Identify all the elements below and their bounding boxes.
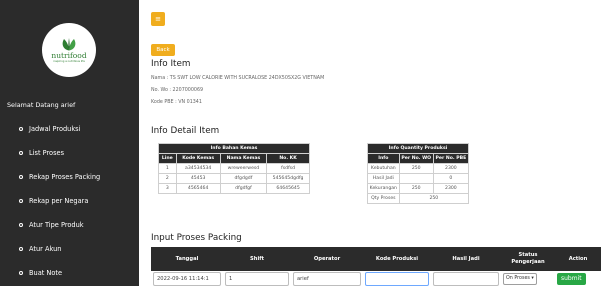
kode-produksi-input[interactable] — [365, 271, 429, 286]
table-cell: Hasil Jadi — [367, 173, 400, 184]
column-header: Per No. WO — [398, 153, 434, 164]
nutrifood-logo: nutrifood inspiring a nutritious life — [42, 23, 96, 77]
app-root: nutrifood inspiring a nutritious life Se… — [0, 0, 605, 286]
table-cell: 2300 — [432, 163, 470, 174]
column-header: Shift — [223, 247, 291, 271]
column-header: Status Pengerjaan — [501, 247, 555, 271]
table-row: 3 4565464 dfgdfgf 64645645 — [158, 183, 310, 194]
main-content: ≡ Back Info Item Nama : TS SWT LOW CALOR… — [139, 0, 605, 286]
table-row: 1 a34534534 wreweerwesd fsdfsd — [158, 163, 310, 174]
table-cell: dfgdgdf — [219, 173, 268, 184]
welcome-text: Selamat Datang arief — [7, 101, 76, 109]
column-header: Kode Produksi — [363, 247, 431, 271]
column-header: No. KK — [266, 153, 310, 164]
bullet-icon — [19, 175, 23, 179]
shift-field[interactable]: 1 — [225, 271, 289, 286]
table-cell: 2300 — [432, 183, 470, 194]
info-kode-pbe: Kode PBE : VN 01341 — [151, 100, 202, 105]
sidebar-item-atur-tipe-produk[interactable]: Atur Tipe Produk — [0, 213, 139, 237]
input-packing-title: Input Proses Packing — [151, 233, 242, 243]
table-row: Qty Proses 250 — [367, 193, 470, 204]
column-header: Action — [555, 247, 601, 271]
column-header: Info — [367, 153, 400, 164]
status-select[interactable]: On Proses ▾ — [503, 272, 537, 285]
bullet-icon — [19, 247, 23, 251]
sidebar-item-label: Atur Akun — [29, 245, 62, 253]
table-cell: 250 — [398, 183, 434, 194]
column-header: Hasil Jadi — [431, 247, 501, 271]
table-cell: a34534534 — [175, 163, 221, 174]
sidebar-item-label: Jadwal Produksi — [29, 125, 81, 133]
bullet-icon — [19, 199, 23, 203]
tanggal-field[interactable]: 2022-09-16 11:14:1 — [153, 271, 221, 286]
operator-field[interactable]: arief — [293, 271, 361, 286]
leaf-logo-icon — [62, 37, 76, 51]
logo-tagline: inspiring a nutritious life — [53, 60, 85, 64]
table-cell: 250 — [398, 163, 434, 174]
menu-toggle-button[interactable]: ≡ — [151, 12, 165, 26]
table-cell: wreweerwesd — [219, 163, 268, 174]
column-header: Operator — [291, 247, 363, 271]
bullet-icon — [19, 127, 23, 131]
sidebar-item-atur-akun[interactable]: Atur Akun — [0, 237, 139, 261]
bullet-icon — [19, 271, 23, 275]
bullet-icon — [19, 223, 23, 227]
bahan-kemas-table: Info Bahan Kemas Line Kode Kemas Nama Ke… — [158, 143, 310, 194]
logo-brand: nutrifood — [51, 50, 87, 60]
table-cell: 1 — [158, 163, 177, 174]
table-cell: 2 — [158, 173, 177, 184]
table-cell: 545645dgdfg — [266, 173, 310, 184]
table-cell: Kebutuhan — [367, 163, 400, 174]
table-cell: Kekurangan — [367, 183, 400, 194]
qty-produksi-table: Info Quantity Produksi Info Per No. WO P… — [367, 143, 470, 204]
table-cell — [398, 173, 434, 184]
table-cell: 4565464 — [175, 183, 221, 194]
table-cell: 64645645 — [266, 183, 310, 194]
column-header: Kode Kemas — [175, 153, 221, 164]
sidebar-nav: Jadwal Produksi List Proses Rekap Proses… — [0, 117, 139, 285]
sidebar-item-list-proses[interactable]: List Proses — [0, 141, 139, 165]
sidebar-item-label: Rekap per Negara — [29, 197, 89, 205]
table-row: 2022-09-16 11:14:1 1 arief On Proses ▾ s… — [151, 271, 601, 286]
column-header: Per No. PBE — [432, 153, 470, 164]
sidebar-item-label: Buat Note — [29, 269, 63, 277]
table-cell: 0 — [432, 173, 470, 184]
table-row: Kebutuhan 250 2300 — [367, 163, 470, 174]
table-row: Hasil Jadi 0 — [367, 173, 470, 184]
info-detail-title: Info Detail Item — [151, 126, 220, 136]
sidebar-item-jadwal-produksi[interactable]: Jadwal Produksi — [0, 117, 139, 141]
back-button[interactable]: Back — [151, 44, 175, 56]
sidebar-item-label: List Proses — [29, 149, 65, 157]
sidebar-item-label: Atur Tipe Produk — [29, 221, 84, 229]
column-header: Line — [158, 153, 177, 164]
table-row: Kekurangan 250 2300 — [367, 183, 470, 194]
table-cell: 45453 — [175, 173, 221, 184]
table-cell: 3 — [158, 183, 177, 194]
column-header: Tanggal — [151, 247, 223, 271]
bahan-kemas-title: Info Bahan Kemas — [158, 143, 310, 154]
table-row: 2 45453 dfgdgdf 545645dgdfg — [158, 173, 310, 184]
info-item-title: Info Item — [151, 59, 191, 69]
hasil-jadi-input[interactable] — [433, 271, 499, 286]
hamburger-icon: ≡ — [155, 14, 161, 23]
submit-button[interactable]: submit — [557, 272, 586, 285]
table-cell: 250 — [398, 193, 470, 204]
sidebar-item-rekap-per-negara[interactable]: Rekap per Negara — [0, 189, 139, 213]
bullet-icon — [19, 151, 23, 155]
sidebar-item-rekap-proses-packing[interactable]: Rekap Proses Packing — [0, 165, 139, 189]
qty-produksi-title: Info Quantity Produksi — [367, 143, 469, 154]
sidebar-item-label: Rekap Proses Packing — [29, 173, 101, 181]
info-nama: Nama : TS SWT LOW CALORIE WITH SUCRALOSE… — [151, 76, 325, 81]
table-cell: dfgdfgf — [219, 183, 268, 194]
table-cell: Qty Proses — [367, 193, 400, 204]
packing-input-table: Tanggal Shift Operator Kode Produksi Has… — [151, 247, 601, 286]
table-cell: fsdfsd — [266, 163, 310, 174]
sidebar-item-buat-note[interactable]: Buat Note — [0, 261, 139, 285]
sidebar: nutrifood inspiring a nutritious life Se… — [0, 0, 139, 286]
info-no-wo: No. Wo : 2207000069 — [151, 88, 204, 93]
column-header: Nama Kemas — [219, 153, 268, 164]
